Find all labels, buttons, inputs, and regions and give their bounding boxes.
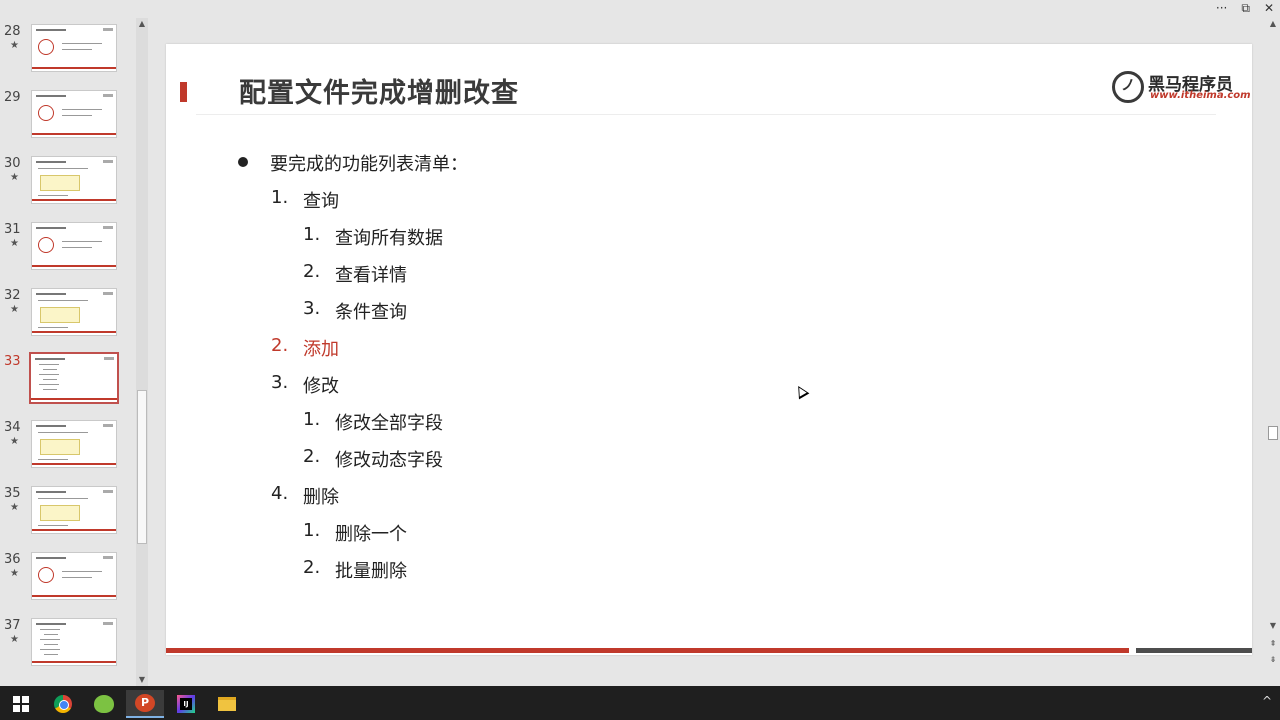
slide-thumbnail[interactable] [31,24,117,72]
chrome-icon[interactable] [44,690,82,718]
scroll-up-arrow-icon[interactable]: ▲ [136,18,148,30]
list-item-number: 1. [271,187,289,208]
scroll-down-arrow-icon[interactable]: ▼ [136,674,148,686]
list-item-number: 2. [303,557,321,578]
powerpoint-icon[interactable]: P [126,690,164,718]
windows-start-icon[interactable] [2,690,40,718]
slide-thumbnail-row[interactable]: 34 ★ [0,420,136,478]
slide-number: 28 [4,24,21,39]
list-item-number: 1. [303,224,321,245]
slide-thumbnail-row[interactable]: 31 ★ [0,222,136,280]
thumbnail-scrollbar[interactable]: ▲ ▼ [136,18,148,686]
slide-number: 35 [4,486,21,501]
slide-number: 33 [4,354,21,369]
list-item-number: 1. [303,520,321,541]
slide-number: 31 [4,222,21,237]
bullet-dot-icon [238,157,248,167]
slide-number: 32 [4,288,21,303]
slide-thumbnail[interactable] [31,288,117,336]
list-item-text: 批量删除 [335,561,407,582]
list-item-text: 修改全部字段 [335,413,443,434]
list-heading-text: 要完成的功能列表清单： [270,154,468,175]
slide-thumbnail-row[interactable]: 37 ★ [0,618,136,676]
slide-thumbnail-pane: 28 ★ 29 30 ★ 31 ★ 32 ★ 33 34 ★ 35 ★ 36 ★ 37 ★ [0,0,136,686]
thumbnail-scroll-handle[interactable] [137,390,147,544]
animation-star-icon: ★ [10,40,19,51]
list-item-text: 查询 [303,191,339,212]
slide-number: 37 [4,618,21,633]
slide-number: 34 [4,420,21,435]
animation-star-icon: ★ [10,502,19,513]
footer-bar-red [166,648,1129,653]
restore-icon[interactable]: ⧉ [1241,0,1250,16]
main-scroll-handle[interactable] [1268,426,1278,440]
slide-thumbnail[interactable] [31,618,117,666]
slide-thumbnail[interactable] [29,352,119,404]
slide-thumbnail[interactable] [31,552,117,600]
animation-star-icon: ★ [10,304,19,315]
list-item-text: 查询所有数据 [335,228,443,249]
close-icon[interactable]: ✕ [1264,0,1274,16]
app-frog-icon[interactable] [85,690,123,718]
slide-thumbnail[interactable] [31,90,117,138]
list-item-number: 3. [303,298,321,319]
slide-thumbnail-row[interactable]: 30 ★ [0,156,136,214]
slide-number: 36 [4,552,21,567]
slide-thumbnail-row[interactable]: 36 ★ [0,552,136,610]
slide-thumbnail[interactable] [31,420,117,468]
feature-list: 要完成的功能列表清单： 1. 查询 1. 查询所有数据 2. 查看详情 3. 条件查询 2. 添加… [166,44,1252,655]
animation-star-icon: ★ [10,436,19,447]
slide-thumbnail-row[interactable]: 35 ★ [0,486,136,544]
main-scroll-up-icon[interactable]: ▲ [1266,18,1280,30]
slide-thumbnail-row[interactable]: 32 ★ [0,288,136,346]
slide-number: 29 [4,90,21,105]
file-explorer-icon[interactable] [208,690,246,718]
tray-chevron-icon[interactable]: ^ [1262,694,1272,708]
list-item-text: 修改动态字段 [335,450,443,471]
slide-thumbnail-row[interactable]: 33 [0,352,136,412]
animation-star-icon: ★ [10,238,19,249]
main-scrollbar[interactable]: ▲ ▼ ⇞ ⇟ [1266,18,1280,668]
slide-thumbnail-row[interactable]: 28 ★ [0,24,136,82]
next-slide-icon[interactable]: ⇟ [1266,654,1280,666]
list-item-text: 条件查询 [335,302,407,323]
previous-slide-icon[interactable]: ⇞ [1266,638,1280,650]
slide-thumbnail[interactable] [31,486,117,534]
list-item-text: 添加 [303,339,339,360]
footer-bar-dark [1136,648,1252,653]
list-item-text: 删除 [303,487,339,508]
animation-star-icon: ★ [10,172,19,183]
slide-canvas[interactable]: 配置文件完成增删改查 ノ 黑马程序员 www.itheima.com 要完成的功… [166,44,1252,655]
list-item-number: 2. [303,446,321,467]
list-item-number: 3. [271,372,289,393]
slide-thumbnail-row[interactable]: 29 [0,90,136,148]
list-heading: 要完成的功能列表清单： [270,150,468,176]
taskbar: P ^ [0,686,1280,720]
animation-star-icon: ★ [10,568,19,579]
window-controls: ··· ⧉ ✕ [1216,0,1280,16]
list-item-number: 2. [303,261,321,282]
slide-number: 30 [4,156,21,171]
main-scroll-down-icon[interactable]: ▼ [1266,620,1280,632]
list-item-text: 删除一个 [335,524,407,545]
intellij-icon[interactable] [167,690,205,718]
slide-thumbnail[interactable] [31,156,117,204]
list-item-text: 查看详情 [335,265,407,286]
list-item-number: 1. [303,409,321,430]
slide-thumbnail[interactable] [31,222,117,270]
animation-star-icon: ★ [10,634,19,645]
more-options-icon[interactable]: ··· [1216,0,1227,16]
list-item-number: 2. [271,335,289,356]
list-item-number: 4. [271,483,289,504]
list-item-text: 修改 [303,376,339,397]
